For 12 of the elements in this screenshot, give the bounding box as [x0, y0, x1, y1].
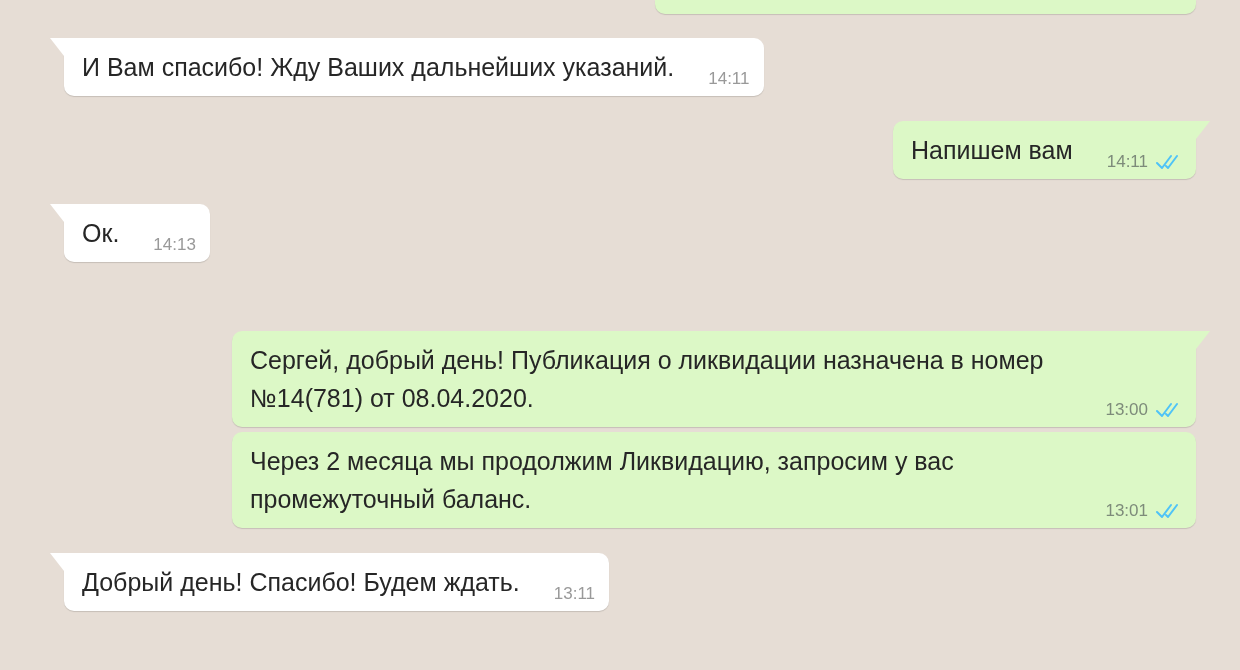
message-time: 14:11: [708, 68, 750, 90]
message-text: Напишем вам: [911, 135, 1073, 166]
message-text: Ок.: [82, 218, 120, 249]
message-text: Через 2 месяца мы продолжим Ликвидацию, запросим у вас промежуточный баланс.: [250, 446, 955, 515]
message-text: Сергей, добрый день! Публикация о ликвидации назначена в номер №14(781) от 08.04.2020.: [250, 345, 1045, 414]
message-time: 14:11: [1106, 151, 1148, 173]
message-time: 13:00: [1105, 399, 1148, 421]
message-time: 13:01: [1105, 500, 1148, 522]
message-time: 13:11: [553, 583, 596, 605]
message-text: Добрый день! Спасибо! Будем ждать.: [82, 567, 520, 598]
message-text: И Вам спасибо! Жду Ваших дальнейших указаний.: [82, 52, 675, 83]
message-time: 14:13: [153, 234, 196, 256]
